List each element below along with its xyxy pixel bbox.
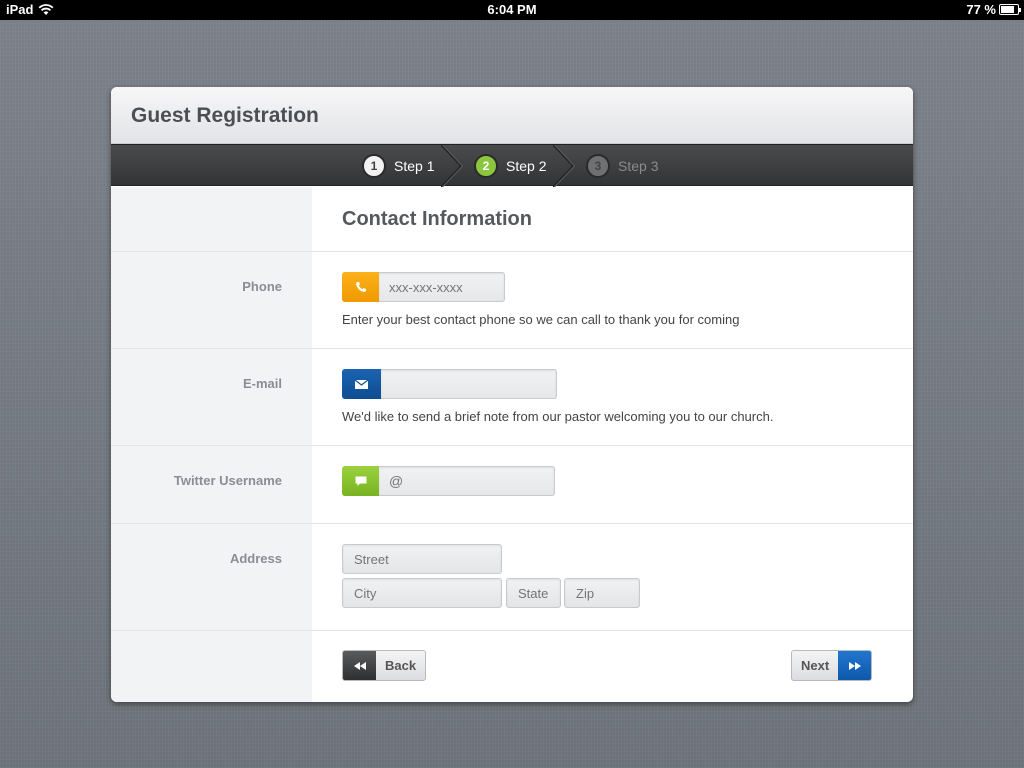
- battery-percentage: 77 %: [966, 2, 996, 17]
- card-header: Guest Registration: [111, 87, 913, 144]
- email-label: E-mail: [242, 376, 282, 391]
- phone-input[interactable]: [379, 272, 505, 302]
- email-input[interactable]: [381, 369, 557, 399]
- back-button[interactable]: Back: [342, 650, 427, 681]
- phone-label: Phone: [242, 279, 282, 294]
- zip-input[interactable]: [564, 578, 640, 608]
- step-label: Step 2: [506, 158, 547, 174]
- row-divider: [111, 630, 913, 631]
- status-bar: iPad 6:04 PM 77 %: [0, 0, 1024, 20]
- page-title: Guest Registration: [131, 104, 319, 127]
- speech-bubble-icon: [342, 466, 379, 496]
- fast-forward-icon: [838, 651, 872, 680]
- phone-icon: [342, 272, 379, 302]
- battery-icon: [999, 4, 1021, 15]
- email-help-text: We'd like to send a brief note from our …: [342, 409, 774, 424]
- rewind-icon: [343, 651, 376, 680]
- state-input[interactable]: [506, 578, 561, 608]
- step-number: 3: [586, 154, 610, 178]
- step-number: 1: [362, 154, 386, 178]
- steps-bar: 1 Step 1 2 Step 2 3 Step 3: [111, 144, 913, 187]
- phone-field: [342, 272, 505, 302]
- email-field: [342, 369, 557, 399]
- city-input[interactable]: [342, 578, 502, 608]
- twitter-label: Twitter Username: [173, 473, 282, 488]
- clock: 6:04 PM: [487, 2, 537, 17]
- back-button-label: Back: [385, 658, 417, 673]
- row-divider: [111, 251, 913, 252]
- step-separator-icon: [553, 145, 575, 187]
- row-divider: [111, 445, 913, 446]
- step-label: Step 3: [618, 158, 659, 174]
- twitter-field: [342, 466, 555, 496]
- row-divider: [111, 523, 913, 524]
- registration-card: Guest Registration 1 Step 1 2 Step 2 3 S…: [111, 87, 913, 702]
- next-button-label: Next: [801, 658, 830, 673]
- section-title: Contact Information: [342, 208, 532, 230]
- step-number: 2: [474, 154, 498, 178]
- next-button[interactable]: Next: [791, 650, 873, 681]
- envelope-icon: [342, 369, 381, 399]
- address-label: Address: [229, 551, 282, 566]
- step-3[interactable]: 3 Step 3: [586, 154, 658, 178]
- street-input[interactable]: [342, 544, 502, 574]
- row-divider: [111, 348, 913, 349]
- step-1[interactable]: 1 Step 1: [362, 154, 434, 178]
- phone-help-text: Enter your best contact phone so we can …: [342, 312, 740, 327]
- twitter-input[interactable]: [379, 466, 555, 496]
- step-2[interactable]: 2 Step 2: [474, 154, 546, 178]
- step-separator-icon: [441, 145, 463, 187]
- step-label: Step 1: [394, 158, 435, 174]
